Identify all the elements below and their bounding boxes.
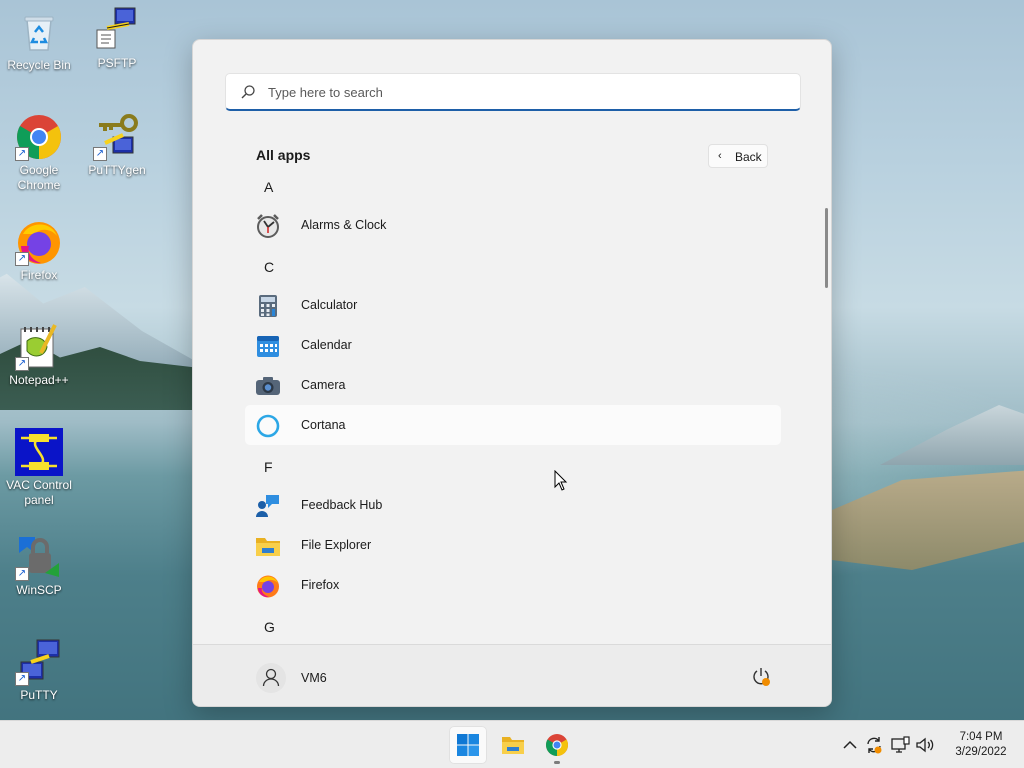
- section-letter-c[interactable]: C: [264, 259, 274, 275]
- app-label: Calendar: [301, 338, 352, 352]
- chrome-icon: [546, 734, 568, 756]
- desktop-icon-label: Notepad++: [9, 373, 69, 387]
- app-item-firefox[interactable]: Firefox: [245, 565, 781, 605]
- feedback-hub-icon: [256, 495, 279, 517]
- recycle-bin-icon: [15, 8, 63, 56]
- winscp-icon: ↗: [15, 533, 63, 581]
- desktop-icon-label: Google Chrome: [17, 163, 61, 192]
- firefox-icon: ↗: [15, 218, 63, 266]
- folder-icon: [256, 538, 280, 556]
- app-item-feedback-hub[interactable]: Feedback Hub: [245, 485, 781, 525]
- chevron-up-icon[interactable]: [840, 735, 860, 755]
- desktop-icon-winscp[interactable]: ↗ WinSCP: [0, 533, 78, 598]
- putty-icon: ↗: [15, 638, 63, 686]
- desktop-icon-label: Firefox: [20, 268, 58, 282]
- camera-icon: [256, 377, 280, 395]
- shortcut-arrow-icon: ↗: [15, 672, 29, 686]
- avatar: [256, 663, 286, 693]
- clock-time: 7:04 PM: [959, 731, 1003, 743]
- clock-date: 3/29/2022: [955, 746, 1007, 758]
- desktop-icon-psftp[interactable]: PSFTP: [78, 6, 156, 71]
- volume-icon[interactable]: [915, 735, 935, 755]
- app-item-alarms-clock[interactable]: Alarms & Clock: [245, 205, 781, 245]
- taskbar-file-explorer[interactable]: [494, 726, 532, 764]
- start-menu-footer: VM6: [193, 644, 831, 706]
- desktop-icon-firefox[interactable]: ↗ Firefox: [0, 218, 78, 283]
- app-item-file-explorer[interactable]: File Explorer: [245, 525, 781, 565]
- scrollbar-thumb[interactable]: [825, 208, 828, 288]
- section-letter-f[interactable]: F: [264, 459, 273, 475]
- all-apps-list: A Alarms & Clock C Calculator Calendar C…: [193, 170, 825, 642]
- app-label: Alarms & Clock: [301, 218, 387, 232]
- app-label: Cortana: [301, 418, 346, 432]
- app-label: Camera: [301, 378, 346, 392]
- start-button[interactable]: [449, 726, 487, 764]
- calendar-icon: [257, 336, 279, 357]
- desktop-icon-label: Recycle Bin: [7, 58, 71, 72]
- calculator-icon: [259, 295, 277, 317]
- app-item-calculator[interactable]: Calculator: [245, 285, 781, 325]
- notepadpp-icon: ↗: [15, 323, 63, 371]
- desktop-icon-label: PSFTP: [97, 56, 137, 70]
- alarm-clock-icon: [257, 214, 279, 238]
- search-icon: [241, 85, 255, 99]
- puttygen-icon: ↗: [93, 113, 141, 161]
- psftp-icon: [93, 6, 141, 54]
- desktop-icon-notepadpp[interactable]: ↗ Notepad++: [0, 323, 78, 388]
- desktop-icon-label: PuTTY: [20, 688, 58, 702]
- app-label: Feedback Hub: [301, 498, 383, 512]
- desktop-icon-google-chrome[interactable]: ↗ Google Chrome: [0, 113, 78, 193]
- update-badge-icon: [762, 678, 770, 686]
- all-apps-title: All apps: [256, 147, 311, 163]
- desktop-icon-puttygen[interactable]: ↗ PuTTYgen: [78, 113, 156, 178]
- taskbar-chrome[interactable]: [538, 726, 576, 764]
- running-indicator: [554, 761, 560, 764]
- vac-control-panel-icon: [15, 428, 63, 476]
- wallpaper-mountain-right: [880, 405, 1024, 465]
- shortcut-arrow-icon: ↗: [15, 252, 29, 266]
- shortcut-arrow-icon: ↗: [15, 357, 29, 371]
- mouse-cursor-icon: [554, 470, 568, 491]
- sync-icon[interactable]: [864, 735, 884, 755]
- cortana-icon: [256, 414, 280, 438]
- wallpaper-field: [832, 470, 1024, 570]
- user-account-button[interactable]: VM6: [256, 663, 396, 693]
- app-item-calendar[interactable]: Calendar: [245, 325, 781, 365]
- back-button[interactable]: ‹ Back: [708, 144, 768, 168]
- power-button[interactable]: [750, 666, 772, 688]
- desktop-icon-label: WinSCP: [16, 583, 62, 597]
- user-name: VM6: [301, 671, 327, 685]
- taskbar: 7:04 PM 3/29/2022: [0, 720, 1024, 768]
- search-input[interactable]: [268, 82, 788, 102]
- user-icon: [262, 668, 280, 687]
- desktop-icon-vac-control-panel[interactable]: VAC Control panel: [0, 428, 78, 508]
- section-letter-g[interactable]: G: [264, 619, 275, 635]
- network-icon[interactable]: [890, 735, 910, 755]
- desktop-icon-label: PuTTYgen: [88, 163, 146, 177]
- windows-logo-icon: [457, 734, 479, 756]
- search-box[interactable]: [225, 73, 801, 111]
- app-label: Firefox: [301, 578, 340, 592]
- start-menu: All apps ‹ Back A Alarms & Clock C: [192, 39, 832, 707]
- app-label: Calculator: [301, 298, 358, 312]
- taskbar-clock[interactable]: 7:04 PM 3/29/2022: [948, 730, 1014, 760]
- shortcut-arrow-icon: ↗: [15, 147, 29, 161]
- back-button-label: Back: [735, 150, 762, 164]
- chrome-icon: ↗: [15, 113, 63, 161]
- section-letter-a[interactable]: A: [264, 179, 273, 195]
- app-item-cortana[interactable]: Cortana: [245, 405, 781, 445]
- app-label: File Explorer: [301, 538, 372, 552]
- desktop-icon-label: VAC Control panel: [6, 478, 72, 507]
- desktop-icon-recycle-bin[interactable]: Recycle Bin: [0, 8, 78, 73]
- app-item-camera[interactable]: Camera: [245, 365, 781, 405]
- shortcut-arrow-icon: ↗: [93, 147, 107, 161]
- chevron-left-icon: ‹: [718, 150, 722, 162]
- desktop-icon-putty[interactable]: ↗ PuTTY: [0, 638, 78, 703]
- shortcut-arrow-icon: ↗: [15, 567, 29, 581]
- firefox-icon: [257, 575, 279, 598]
- folder-icon: [502, 737, 524, 754]
